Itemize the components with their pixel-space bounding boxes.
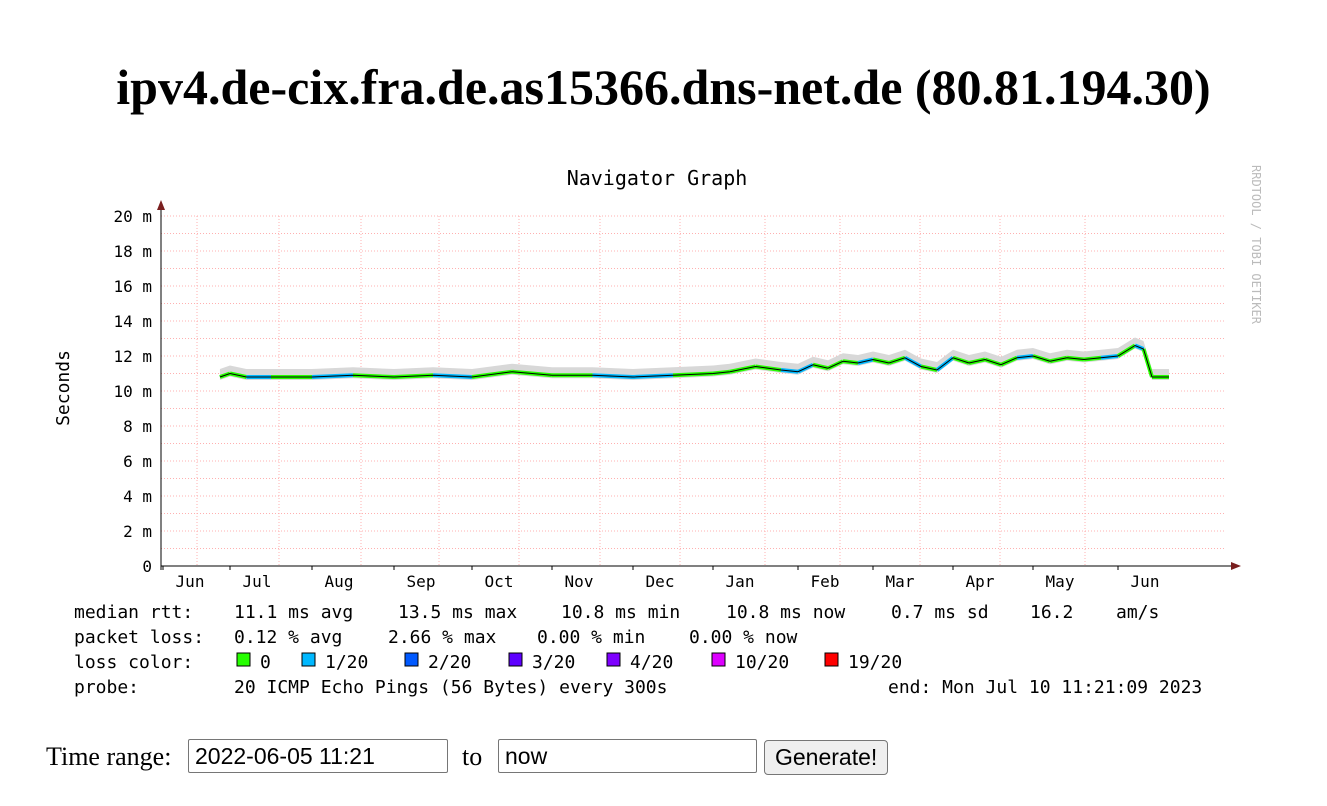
y-tick-label: 12 m [113, 347, 152, 366]
y-tick-label: 10 m [113, 382, 152, 401]
stats: median rtt: 11.1 ms avg 13.5 ms max 10.8… [74, 602, 1202, 698]
loss-color-swatch [711, 652, 726, 667]
x-tick-label: Jun [1131, 572, 1160, 591]
loss-color-swatch [236, 652, 251, 667]
loss-avg: 0.12 % avg [234, 627, 342, 648]
x-tick-label: Sep [407, 572, 436, 591]
rtt-avg: 11.1 ms avg [234, 602, 353, 623]
watermark: RRDTOOL / TOBI OETIKER [1249, 165, 1263, 325]
start-time-input[interactable] [188, 739, 448, 773]
y-tick-label: 20 m [113, 207, 152, 226]
loss-color-label-item: 0 [260, 652, 271, 673]
y-axis-arrow [157, 200, 165, 210]
time-range-label: Time range: [46, 742, 172, 771]
loss-color-label-item: 1/20 [325, 652, 368, 673]
page-title: ipv4.de-cix.fra.de.as15366.dns-net.de (8… [116, 59, 1211, 115]
x-tick-label: Dec [646, 572, 675, 591]
loss-color-label-item: 4/20 [630, 652, 673, 673]
loss-max: 2.66 % max [388, 627, 497, 648]
loss-color-swatch [606, 652, 621, 667]
x-tick-label: Apr [966, 572, 995, 591]
y-axis-label: Seconds [53, 350, 74, 426]
rtt-label: median rtt: [74, 602, 193, 623]
y-tick-label: 4 m [123, 487, 152, 506]
loss-color-label-item: 19/20 [848, 652, 902, 673]
rtt-ams-unit: am/s [1116, 602, 1159, 623]
x-tick-label: Feb [811, 572, 840, 591]
loss-min: 0.00 % min [537, 627, 645, 648]
axes [157, 200, 1241, 570]
generate-button[interactable]: Generate! [764, 740, 889, 775]
x-tick-label: Oct [485, 572, 514, 591]
chart-title: Navigator Graph [567, 166, 748, 190]
loss-color-label: loss color: [74, 652, 193, 673]
rtt-min: 10.8 ms min [561, 602, 680, 623]
y-tick-label: 18 m [113, 242, 152, 261]
to-label: to [462, 742, 483, 771]
x-tick-label: Jun [176, 572, 205, 591]
navigator-graph: Navigator Graph RRDTOOL / TOBI OETIKER S… [53, 165, 1263, 698]
grid [161, 215, 1225, 566]
x-tick-label: Mar [886, 572, 915, 591]
y-tick-label: 2 m [123, 522, 152, 541]
end-time-input[interactable] [498, 739, 757, 773]
loss-color-swatch [301, 652, 316, 667]
loss-now: 0.00 % now [689, 627, 798, 648]
end-time: end: Mon Jul 10 11:21:09 2023 [888, 677, 1202, 698]
loss-label: packet loss: [74, 627, 204, 648]
y-tick-label: 0 [142, 557, 152, 576]
x-tick-label: Jan [726, 572, 755, 591]
loss-color-swatch [404, 652, 419, 667]
x-axis-arrow [1231, 562, 1241, 570]
y-tick-label: 8 m [123, 417, 152, 436]
x-ticks: Jun Jul Aug Sep Oct Nov Dec Jan Feb Mar Apr May Jun [176, 572, 1160, 591]
loss-color-swatch [508, 652, 523, 667]
rtt-now: 10.8 ms now [726, 602, 845, 623]
probe-label: probe: [74, 677, 139, 698]
x-tick-label: Nov [565, 572, 594, 591]
loss-color-label-item: 2/20 [428, 652, 471, 673]
rtt-ams: 16.2 [1030, 602, 1073, 623]
x-tick-label: Aug [325, 572, 354, 591]
y-tick-label: 6 m [123, 452, 152, 471]
x-tick-label: May [1046, 572, 1075, 591]
rtt-sd: 0.7 ms sd [891, 602, 989, 623]
probe-text: 20 ICMP Echo Pings (56 Bytes) every 300s [234, 677, 667, 698]
y-ticks: 0 2 m 4 m 6 m 8 m 10 m 12 m 14 m 16 m 18 m 20 m [113, 207, 152, 576]
loss-color-swatch [824, 652, 839, 667]
loss-color-label-item: 3/20 [532, 652, 575, 673]
y-tick-label: 16 m [113, 277, 152, 296]
loss-color-legend: 0 1/20 2/20 3/20 4/20 10/20 19/20 [236, 652, 902, 673]
rtt-max: 13.5 ms max [398, 602, 517, 623]
loss-color-label-item: 10/20 [735, 652, 789, 673]
y-tick-label: 14 m [113, 312, 152, 331]
x-tick-label: Jul [243, 572, 272, 591]
